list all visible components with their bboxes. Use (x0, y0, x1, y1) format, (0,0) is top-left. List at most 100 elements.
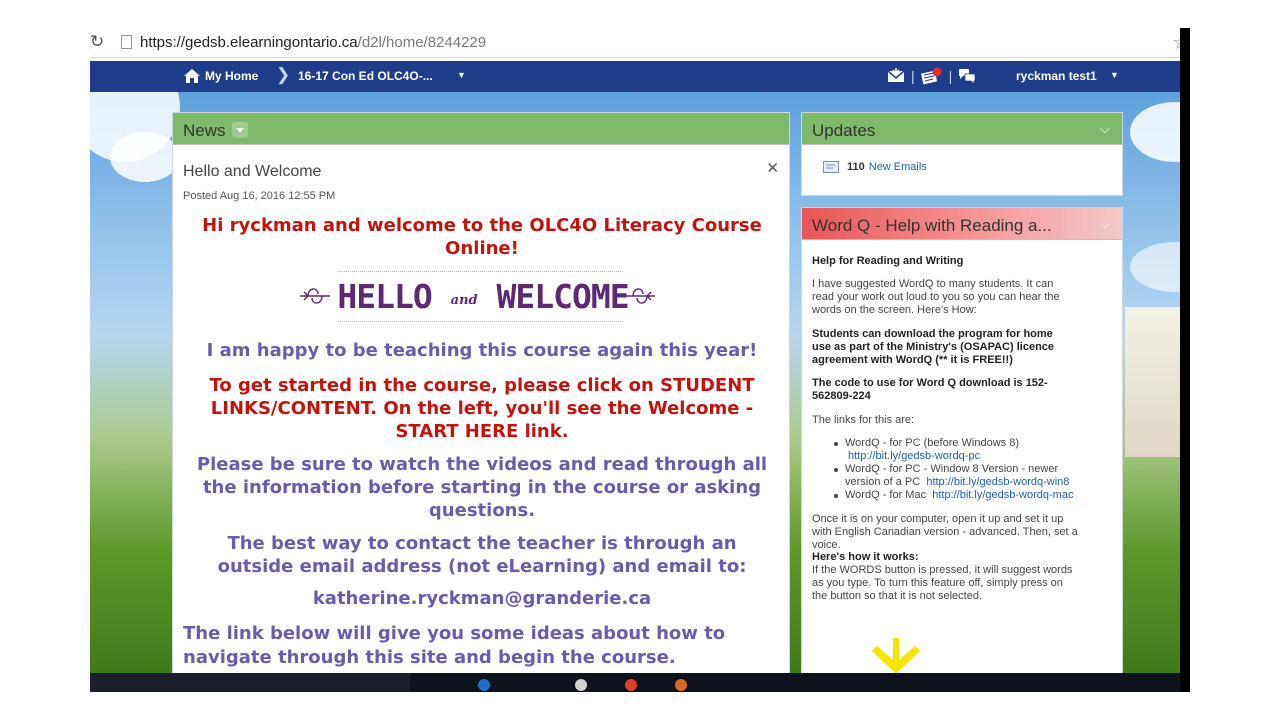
getting-started-line: To get started in the course, please cli… (209, 375, 755, 396)
list-item: WordQ - for PC - Window 8 Version - newe… (812, 463, 1122, 489)
news-header: News (173, 113, 789, 145)
site-guide-line: The link below will give you some ideas … (183, 623, 726, 644)
user-menu[interactable]: ryckman test1 (1016, 69, 1097, 83)
chevron-down-icon[interactable]: ⌵ (1100, 216, 1110, 232)
news-item-title[interactable]: Hello and Welcome (183, 163, 321, 181)
wordq-setup: Once it is on your computer, open it up … (812, 513, 1112, 552)
wordq-links-list: WordQ - for PC (before Windows 8) http:/… (812, 437, 1122, 502)
chrome-icon[interactable] (625, 679, 637, 691)
news-posted-date: Posted Aug 16, 2016 12:55 PM (183, 190, 336, 202)
arrow-down-icon (872, 638, 920, 674)
happy-teaching-text: I am happy to be teaching this course ag… (206, 340, 758, 361)
wordq-how-text: If the WORDS button is pressed, it will … (812, 564, 1112, 603)
nav-divider: | (948, 68, 953, 84)
news-menu-icon[interactable] (231, 122, 248, 138)
teacher-email[interactable]: katherine.ryckman@granderie.ca (173, 588, 791, 609)
wordq-how-line: as you type. To turn this feature off, s… (812, 577, 1063, 589)
wordq-intro: I have suggested WordQ to many students.… (812, 278, 1112, 317)
wordq-download-note: Students can download the program for ho… (812, 328, 1112, 367)
watch-videos-line: Please be sure to watch the videos and r… (196, 454, 768, 475)
updates-widget: Updates ⌵ 110 New Emails (801, 112, 1123, 196)
wordq-mac-link[interactable]: http://bit.ly/gedsb-wordq-mac (932, 489, 1073, 501)
wordq-widget: Word Q - Help with Reading a... ⌵ Help f… (801, 207, 1123, 677)
list-item: WordQ - for PC (before Windows 8) http:/… (812, 437, 1122, 463)
my-home-link[interactable]: My Home (184, 69, 258, 83)
chevron-down-icon[interactable]: ⌵ (1100, 121, 1110, 137)
wordq-intro-line: read your work out loud to you so you ca… (812, 291, 1060, 303)
book-image (1125, 307, 1180, 457)
taskbar-app-icon[interactable] (478, 679, 490, 691)
news-widget: News Hello and Welcome ✕ Posted Aug 16, … (172, 112, 790, 677)
getting-started-text: To get started in the course, please cli… (173, 374, 791, 443)
watch-videos-text: Please be sure to watch the videos and r… (173, 453, 791, 522)
user-dropdown-icon[interactable]: ▼ (1110, 70, 1119, 80)
getting-started-line: LINKS/CONTENT. On the left, you'll see t… (210, 398, 754, 419)
close-icon[interactable]: ✕ (766, 159, 779, 177)
mail-icon[interactable] (887, 68, 905, 84)
welcome-greeting: Hi ryckman and welcome to the OLC4O Lite… (173, 214, 791, 260)
screen-edge (1180, 28, 1190, 692)
my-home-label: My Home (205, 69, 259, 83)
wordq-code-line: 562809-224 (812, 390, 871, 402)
wordq-setup-line: Once it is on your computer, open it up … (812, 513, 1064, 525)
course-selector[interactable]: 16-17 Con Ed OLC4O-... (298, 69, 433, 83)
wordq-pc-link[interactable]: http://bit.ly/gedsb-wordq-pc (848, 450, 980, 462)
updates-header-label: Updates (812, 121, 876, 140)
top-navbar: My Home ❯ 16-17 Con Ed OLC4O-... ▼ | | r… (90, 61, 1180, 92)
news-header-label: News (183, 121, 226, 140)
wordq-download-line: use as part of the Ministry's (OSAPAC) l… (812, 341, 1055, 353)
wordq-how-line: If the WORDS button is pressed, it will … (812, 564, 1073, 576)
wordq-links-intro: The links for this are: (812, 414, 915, 426)
site-guide-line: navigate through this site and begin the… (183, 647, 676, 668)
wordq-setup-line: with English Canadian version - advanced… (812, 526, 1078, 538)
wordq-code: The code to use for Word Q download is 1… (812, 377, 1112, 403)
news-item: Hello and Welcome ✕ Posted Aug 16, 2016 … (173, 146, 789, 678)
url-host: https://gedsb.elearningontario.ca (140, 34, 358, 51)
site-guide-text: The link below will give you some ideas … (183, 622, 783, 670)
wordq-header-label: Word Q - Help with Reading a... (812, 216, 1052, 235)
contact-teacher-line: outside email address (not eLearning) an… (217, 556, 747, 577)
browser-address-bar: ↻ https://gedsb.elearningontario.ca/d2l/… (90, 28, 1190, 58)
wordq-download-line: Students can download the program for ho… (812, 328, 1053, 340)
alerts-icon[interactable] (920, 67, 943, 85)
new-emails-link[interactable]: New Emails (869, 161, 927, 173)
page-icon (121, 35, 132, 49)
url-path: /d2l/home/8244229 (357, 34, 487, 51)
banner-hello: HELLO (337, 277, 432, 316)
watch-videos-line: the information before starting in the c… (202, 477, 762, 498)
taskbar-app-icon[interactable] (575, 679, 587, 691)
watch-videos-line: questions. (428, 500, 536, 521)
wordq-how-heading: Here's how it works: (812, 551, 919, 563)
wordq-win8-link[interactable]: http://bit.ly/gedsb-wordq-win8 (926, 476, 1069, 488)
taskbar-app-icon[interactable] (675, 679, 687, 691)
wordq-code-line: The code to use for Word Q download is 1… (812, 377, 1048, 389)
hello-welcome-banner: HELLO and WELCOME (298, 269, 668, 325)
contact-teacher-text: The best way to contact the teacher is t… (173, 532, 791, 578)
url-field[interactable]: https://gedsb.elearningontario.ca/d2l/ho… (140, 34, 486, 51)
wordq-intro-line: words on the screen. Here's How: (812, 304, 977, 316)
list-item-text: version of a PC (845, 476, 921, 488)
wordq-how-line: the button so that it is not selected. (812, 590, 982, 602)
banner-and: and (450, 293, 478, 308)
chat-icon[interactable] (958, 68, 976, 84)
list-item: WordQ - for Mac http://bit.ly/gedsb-word… (812, 489, 1122, 502)
breadcrumb-chevron-icon: ❯ (276, 65, 291, 84)
list-item-text: WordQ - for PC - Window 8 Version - newe… (845, 463, 1059, 475)
contact-teacher-line: The best way to contact the teacher is t… (227, 533, 737, 554)
os-taskbar (90, 673, 1190, 692)
welcome-greeting-line: Online! (445, 238, 519, 259)
reload-icon[interactable]: ↻ (90, 32, 104, 52)
wordq-intro-line: I have suggested WordQ to many students.… (812, 278, 1054, 290)
nav-divider: | (911, 68, 915, 84)
wordq-download-line: agreement with WordQ (** it is FREE!!) (812, 354, 1013, 366)
list-item-text: WordQ - for Mac (845, 489, 927, 501)
new-emails-update[interactable]: 110 New Emails (823, 161, 927, 173)
updates-header: Updates ⌵ (802, 113, 1122, 145)
flourish-ornament-icon (625, 288, 655, 304)
banner-welcome: WELCOME (496, 277, 629, 316)
home-icon (184, 69, 200, 83)
wordq-heading: Help for Reading and Writing (812, 255, 964, 267)
wordq-header: Word Q - Help with Reading a... ⌵ (802, 208, 1122, 240)
course-dropdown-icon[interactable]: ▼ (457, 70, 466, 80)
getting-started-line: START HERE link. (395, 421, 569, 442)
